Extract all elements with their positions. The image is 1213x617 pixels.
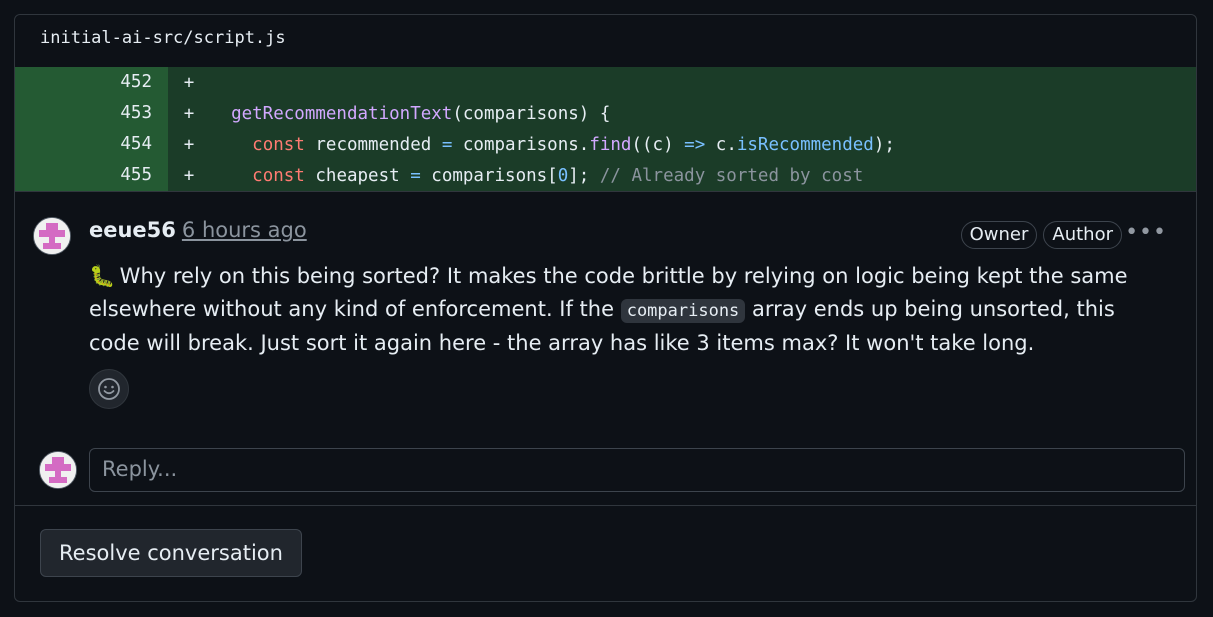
comment-header: eeue56 6 hours ago xyxy=(89,218,307,242)
diff-sign: + xyxy=(183,103,195,124)
more-options-icon[interactable]: ••• xyxy=(1125,220,1167,245)
role-badges: Owner Author xyxy=(960,221,1122,249)
code-token: ((c) xyxy=(631,134,685,155)
code-token: ]; xyxy=(568,165,600,186)
code-token: c. xyxy=(705,134,737,155)
code-function: getRecommendationText xyxy=(231,103,453,124)
diff-line: 454 + const recommended = comparisons.fi… xyxy=(15,129,1196,160)
avatar xyxy=(39,451,77,489)
diff-line: 453 + getRecommendationText(comparisons)… xyxy=(15,98,1196,129)
code-keyword: const xyxy=(252,134,305,155)
resolve-conversation-button[interactable]: Resolve conversation xyxy=(40,529,302,577)
reply-area: Reply... xyxy=(15,435,1196,505)
diff-sign: + xyxy=(183,72,195,93)
code-property: isRecommended xyxy=(736,134,874,155)
line-number[interactable]: 452 xyxy=(15,67,168,98)
code-token: comparisons[ xyxy=(420,165,558,186)
inline-code: comparisons xyxy=(620,298,746,323)
review-thread: initial-ai-src/script.js 452 + 453 + get… xyxy=(15,15,1196,506)
code-function: find xyxy=(589,134,632,155)
line-number[interactable]: 454 xyxy=(15,129,168,160)
code-comment: // Already sorted by cost xyxy=(599,165,864,186)
smiley-icon xyxy=(98,378,120,400)
code-token: comparisons. xyxy=(452,134,590,155)
author-badge: Author xyxy=(1043,221,1122,249)
bug-icon: 🐛 xyxy=(89,264,116,288)
comment-timestamp[interactable]: 6 hours ago xyxy=(182,218,307,242)
diff-line: 455 + const cheapest = comparisons[0]; /… xyxy=(15,160,1196,191)
diff-line: 452 + xyxy=(15,67,1196,98)
identicon-icon xyxy=(34,218,70,254)
reply-input[interactable]: Reply... xyxy=(89,448,1185,492)
code-text: const cheapest = comparisons[0]; // Alre… xyxy=(210,166,863,186)
line-number[interactable]: 455 xyxy=(15,160,168,191)
owner-badge: Owner xyxy=(960,221,1038,249)
code-operator: = xyxy=(441,134,453,155)
comment-body: 🐛 Why rely on this being sorted? It make… xyxy=(89,260,1159,360)
identicon-icon xyxy=(40,452,76,488)
line-number[interactable]: 453 xyxy=(15,98,168,129)
code-text: getRecommendationText(comparisons) { xyxy=(210,104,610,124)
code-rest: (comparisons) { xyxy=(452,103,611,124)
conversation-panel: initial-ai-src/script.js 452 + 453 + get… xyxy=(14,14,1197,602)
review-comment: eeue56 6 hours ago Owner Author ••• 🐛 Wh… xyxy=(15,191,1196,435)
code-keyword: const xyxy=(252,165,305,186)
diff-sign: + xyxy=(183,165,195,186)
diff-hunk: 452 + 453 + getRecommendationText(compar… xyxy=(15,67,1196,191)
code-token: recommended xyxy=(304,134,442,155)
code-token: cheapest xyxy=(304,165,411,186)
code-number: 0 xyxy=(557,165,569,186)
code-text: const recommended = comparisons.find((c)… xyxy=(210,135,895,155)
code-token: ); xyxy=(873,134,895,155)
avatar[interactable] xyxy=(33,217,71,255)
code-operator: = xyxy=(410,165,421,186)
add-reaction-button[interactable] xyxy=(89,369,129,409)
author-name[interactable]: eeue56 xyxy=(89,218,176,242)
diff-sign: + xyxy=(183,134,195,155)
code-operator: => xyxy=(684,134,706,155)
file-path[interactable]: initial-ai-src/script.js xyxy=(15,15,1196,67)
